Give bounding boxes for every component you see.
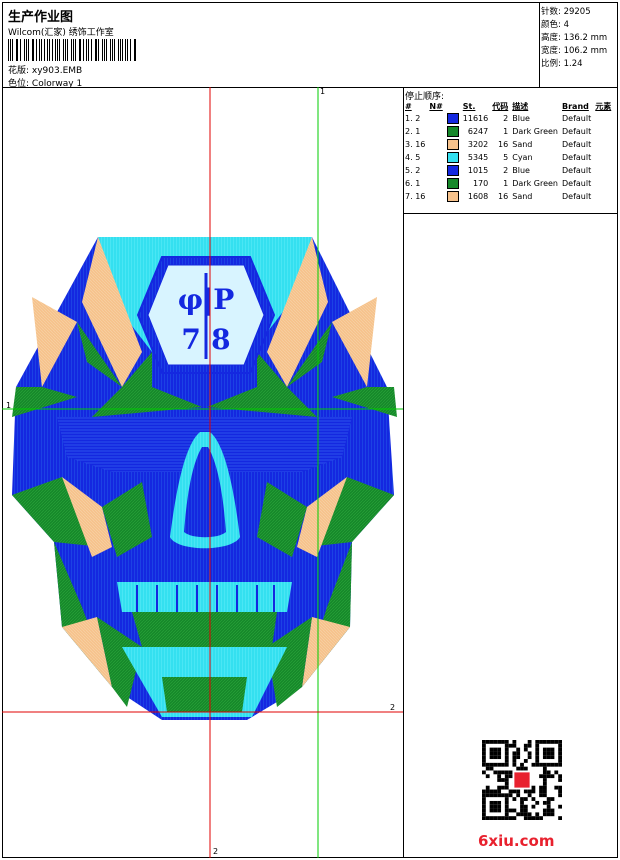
- brand: Default: [562, 140, 592, 149]
- stop-sequence-table: # N# St. 代码 描述 Brand 元素 1. 2 11616 2 Blue De…: [403, 100, 613, 203]
- brand: Default: [562, 179, 592, 188]
- color-code: 2: [503, 166, 509, 175]
- stats-panel: 针数: 29205 颜色: 4 高度: 136.2 mm 宽度: 106.2 m…: [539, 2, 618, 88]
- stitch-count: 1015: [467, 166, 489, 175]
- color-swatch: [445, 112, 461, 125]
- row-index: 5. 2: [405, 166, 421, 175]
- color-description: Dark Green: [512, 179, 558, 188]
- color-code: 16: [498, 140, 509, 149]
- stitch-count: 1608: [467, 192, 489, 201]
- row-index: 6. 1: [405, 179, 421, 188]
- color-code: 1: [503, 179, 509, 188]
- row-index: 4. 5: [405, 153, 421, 162]
- qr-code: [482, 740, 562, 820]
- guide-label-v-red: 2: [213, 847, 219, 856]
- design-canvas: φ|P 7|8 1 1 2 2: [2, 87, 404, 858]
- row-index: 3. 16: [405, 140, 426, 149]
- design-label: 花版:: [8, 66, 32, 76]
- color-code: 5: [503, 153, 509, 162]
- company-name: Wilcom(汇家) 绣饰工作室: [8, 28, 114, 38]
- color-code: 2: [503, 114, 509, 123]
- row-index: 2. 1: [405, 127, 421, 136]
- table-row: 5. 2 1015 2 Blue Default: [403, 164, 613, 177]
- color-description: Blue: [512, 166, 530, 175]
- row-index: 7. 16: [405, 192, 426, 201]
- color-description: Sand: [512, 192, 533, 201]
- guide-label-h-red: 2: [390, 703, 396, 712]
- logo-bottom-text: 7|8: [181, 323, 230, 356]
- color-swatch: [445, 125, 461, 138]
- table-header: # N# St. 代码 描述 Brand 元素: [405, 101, 612, 111]
- stat-colors: 颜色: 4: [541, 20, 569, 30]
- brand: Default: [562, 192, 592, 201]
- color-code: 16: [498, 192, 509, 201]
- brand: Default: [562, 114, 592, 123]
- stat-stitches: 针数: 29205: [541, 7, 591, 17]
- page-title: 生产作业图: [8, 10, 74, 25]
- brand: Default: [562, 166, 592, 175]
- table-row: 7. 16 1608 16 Sand Default: [403, 190, 613, 203]
- guide-label-v-green: 1: [320, 87, 326, 96]
- design-name-row: 花版: xy903.EMB: [8, 63, 82, 76]
- stat-width: 宽度: 106.2 mm: [541, 46, 608, 56]
- stat-height: 高度: 136.2 mm: [541, 33, 608, 43]
- stitch-count: 5345: [467, 153, 489, 162]
- design-value: xy903.EMB: [31, 66, 83, 76]
- table-row: 6. 1 170 1 Dark Green Default: [403, 177, 613, 190]
- stitch-count: 170: [472, 179, 489, 188]
- watermark-text: 6xiu.com: [478, 832, 555, 850]
- color-swatch: [445, 190, 461, 203]
- stitch-count: 11616: [462, 114, 489, 123]
- color-swatch: [445, 138, 461, 151]
- guide-label-h-green: 1: [6, 401, 12, 410]
- stitch-count: 6247: [467, 127, 489, 136]
- color-description: Dark Green: [512, 127, 558, 136]
- table-row: 4. 5 5345 5 Cyan Default: [403, 151, 613, 164]
- brand: Default: [562, 127, 592, 136]
- color-swatch: [445, 164, 461, 177]
- table-row: 2. 1 6247 1 Dark Green Default: [403, 125, 613, 138]
- color-description: Sand: [512, 140, 533, 149]
- stat-scale: 比例: 1.24: [541, 59, 583, 69]
- color-code: 1: [503, 127, 509, 136]
- color-swatch: [445, 151, 461, 164]
- color-swatch: [445, 177, 461, 190]
- table-row: 3. 16 3202 16 Sand Default: [403, 138, 613, 151]
- header-panel: 生产作业图 Wilcom(汇家) 绣饰工作室 花版: xy903.EMB 色位:…: [2, 2, 540, 89]
- divider: [403, 213, 618, 214]
- row-index: 1. 2: [405, 114, 421, 123]
- logo-top-text: φ|P: [178, 283, 235, 316]
- table-row: 1. 2 11616 2 Blue Default: [403, 112, 613, 125]
- color-description: Blue: [512, 114, 530, 123]
- color-description: Cyan: [512, 153, 533, 162]
- skull-embroidery-artwork: φ|P 7|8: [2, 87, 403, 858]
- barcode: [8, 39, 138, 61]
- stitch-count: 3202: [467, 140, 489, 149]
- brand: Default: [562, 153, 592, 162]
